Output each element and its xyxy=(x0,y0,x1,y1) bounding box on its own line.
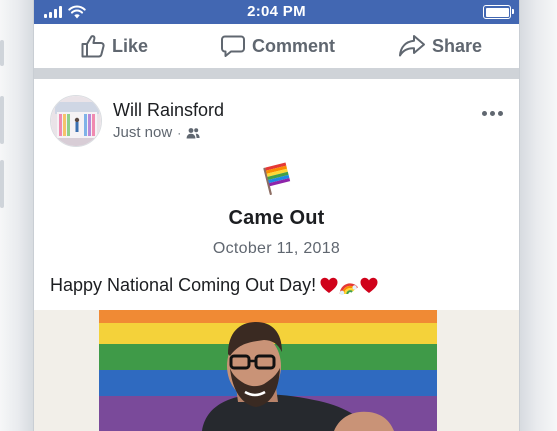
rainbow-emoji-icon xyxy=(339,283,359,295)
more-options-button[interactable] xyxy=(482,111,503,116)
share-button[interactable]: Share xyxy=(398,33,482,59)
status-time: 2:04 PM xyxy=(247,3,306,20)
post-author-name[interactable]: Will Rainsford xyxy=(113,100,224,121)
heart-emoji-icon xyxy=(360,277,378,293)
heart-emoji-icon xyxy=(320,277,338,293)
post-timestamp[interactable]: Just now xyxy=(113,124,172,141)
life-event-title: Came Out xyxy=(228,207,325,229)
thumbs-up-icon xyxy=(81,35,105,58)
post-card: Will Rainsford Just now · Came Out Octob… xyxy=(34,79,519,431)
rainbow-flag-icon xyxy=(262,162,290,195)
emoji-row xyxy=(320,277,378,295)
battery-icon xyxy=(483,5,514,19)
friends-icon[interactable] xyxy=(186,127,200,139)
like-button[interactable]: Like xyxy=(80,33,148,59)
comment-button[interactable]: Comment xyxy=(220,33,335,59)
phone-frame: 2:04 PM Like Comment Share Will Rainsfor… xyxy=(0,0,557,431)
comment-bubble-icon xyxy=(221,35,245,57)
status-bar: 2:04 PM xyxy=(34,0,519,24)
person-image xyxy=(202,322,394,431)
post-meta: Just now · xyxy=(113,124,200,141)
post-action-bar: Like Comment Share xyxy=(34,24,519,68)
like-label: Like xyxy=(112,35,149,56)
phone-bezel-right xyxy=(519,0,557,431)
share-arrow-icon xyxy=(399,35,425,57)
feed-separator xyxy=(34,68,519,79)
phone-bezel-left xyxy=(0,0,34,431)
avatar[interactable] xyxy=(50,95,102,147)
life-event-date: October 11, 2018 xyxy=(212,240,341,257)
post-photo[interactable] xyxy=(34,310,519,431)
post-text-body: Happy National Coming Out Day! xyxy=(50,275,317,295)
share-label: Share xyxy=(432,35,483,56)
phone-screen: 2:04 PM Like Comment Share Will Rainsfor… xyxy=(34,0,519,431)
meta-separator: · xyxy=(177,125,182,140)
comment-label: Comment xyxy=(252,35,336,56)
life-event: Came Out October 11, 2018 xyxy=(34,161,519,258)
post-text: Happy National Coming Out Day! xyxy=(50,275,378,296)
